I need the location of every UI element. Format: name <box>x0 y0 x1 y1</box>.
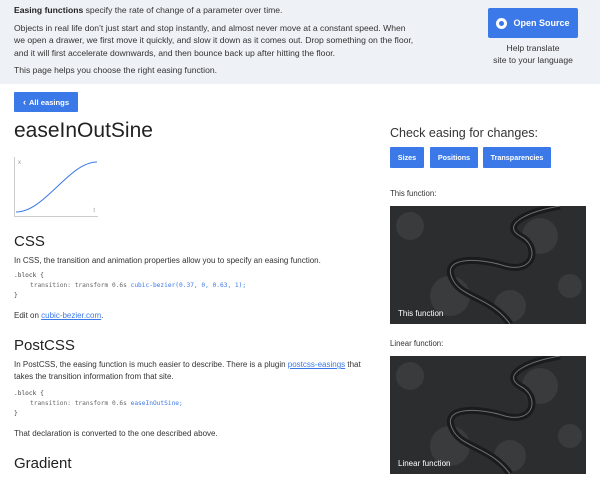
this-function-label: This function: <box>390 189 437 198</box>
css-code-property: transition: transform 0.6s <box>30 282 131 289</box>
this-function-demo: This function <box>390 206 586 324</box>
postcss-code-line: .block { <box>14 390 44 397</box>
css-code-line: .block { <box>14 272 44 279</box>
chevron-left-icon: ‹ <box>22 97 26 107</box>
easing-graph: x t <box>14 157 98 217</box>
edit-prefix: Edit on <box>14 311 42 320</box>
linear-function-label: Linear function: <box>390 339 444 348</box>
graph-t-label: t <box>93 208 95 214</box>
road-image <box>390 356 586 474</box>
css-code-block: .block { transition: transform 0.6s cubi… <box>14 271 246 301</box>
page-title: easeInOutSine <box>14 119 153 142</box>
open-source-button[interactable]: Open Source <box>488 8 578 38</box>
postcss-code-line: transition: transform 0.6s easeInOutSine… <box>14 399 183 409</box>
check-easing-title: Check easing for changes: <box>390 126 539 140</box>
postcss-easings-link[interactable]: postcss-easings <box>288 360 345 369</box>
postcss-code-block: .block { transition: transform 0.6s ease… <box>14 389 183 419</box>
intro-paragraph: Objects in real life don’t just start an… <box>14 22 414 58</box>
postcss-code-property: transition: transform 0.6s <box>30 400 131 407</box>
linear-function-caption: Linear function <box>398 459 451 468</box>
css-description: In CSS, the transition and animation pro… <box>14 256 321 265</box>
road-image <box>390 206 586 324</box>
css-heading: CSS <box>14 233 45 250</box>
css-code-line: transition: transform 0.6s cubic-bezier(… <box>14 281 246 291</box>
this-function-caption: This function <box>398 309 444 318</box>
translate-note[interactable]: Help translate site to your language <box>480 42 586 66</box>
linear-function-demo: Linear function <box>390 356 586 474</box>
intro-rest: specify the rate of change of a paramete… <box>83 5 283 15</box>
intro-purpose: This page helps you choose the right eas… <box>14 65 218 75</box>
postcss-text-prefix: In PostCSS, the easing function is much … <box>14 360 288 369</box>
postcss-code-function: easeInOutSine; <box>130 400 183 407</box>
all-easings-label: All easings <box>28 97 70 107</box>
edit-suffix: . <box>101 311 104 320</box>
all-easings-button[interactable]: ‹ All easings <box>14 92 78 112</box>
positions-button[interactable]: Positions <box>430 147 478 168</box>
easing-curve-svg <box>15 161 98 213</box>
transparencies-button[interactable]: Transparencies <box>483 147 551 168</box>
postcss-heading: PostCSS <box>14 337 75 354</box>
edit-on-line: Edit on cubic-bezier.com. <box>14 310 374 322</box>
translate-line-2: site to your language <box>493 55 573 65</box>
intro-bold: Easing functions <box>14 5 84 15</box>
css-code-line: } <box>14 292 18 299</box>
translate-line-1: Help translate <box>506 43 560 53</box>
postcss-code-line: } <box>14 410 18 417</box>
intro-text: Easing functions specify the rate of cha… <box>14 4 414 82</box>
gradient-heading: Gradient <box>14 455 72 472</box>
graph-x-label: x <box>18 160 21 166</box>
css-code-function: cubic-bezier(0.37, 0, 0.63, 1); <box>130 282 247 289</box>
postcss-after-text: That declaration is converted to the one… <box>14 429 218 438</box>
postcss-description: In PostCSS, the easing function is much … <box>14 359 374 382</box>
github-icon <box>496 17 508 29</box>
easing-curve <box>15 161 98 213</box>
cubic-bezier-link[interactable]: cubic-bezier.com <box>41 311 101 320</box>
open-source-label: Open Source <box>513 18 570 28</box>
intro-header: Easing functions specify the rate of cha… <box>0 0 600 84</box>
sizes-button[interactable]: Sizes <box>390 147 424 168</box>
